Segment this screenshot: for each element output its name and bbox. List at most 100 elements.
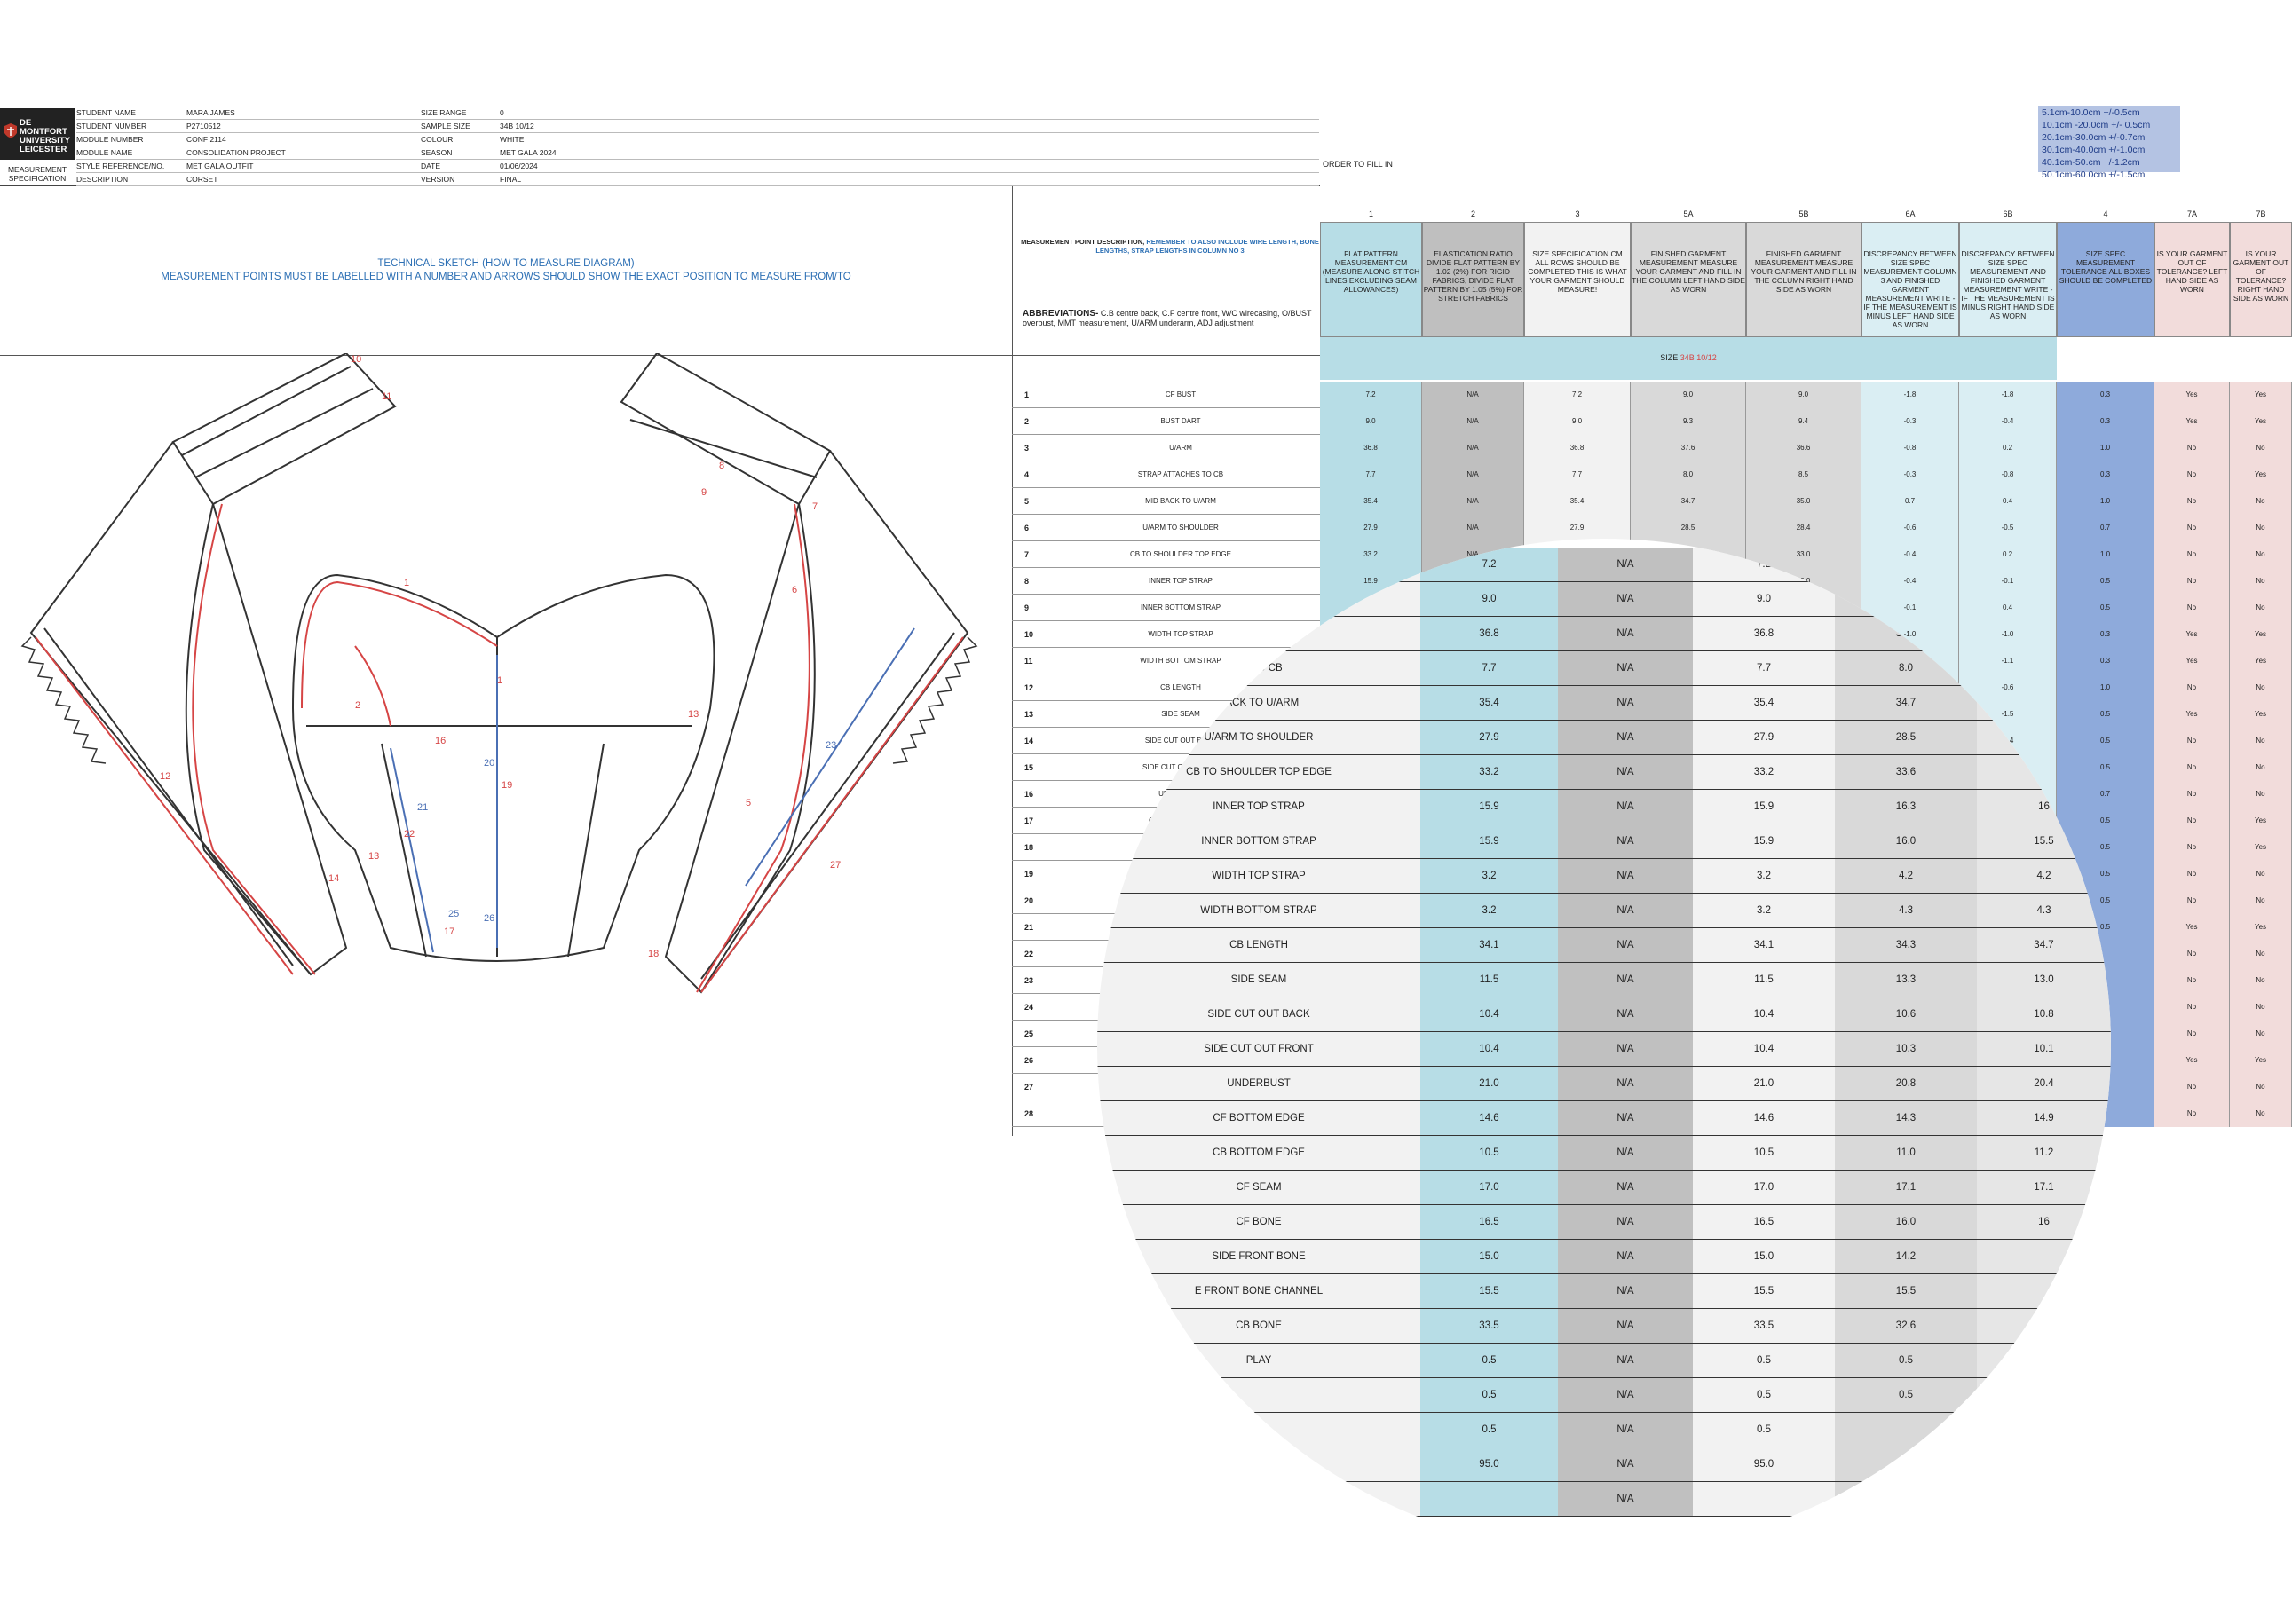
- row-number: 10: [1024, 630, 1034, 639]
- cell-value: 1.0: [2099, 444, 2111, 452]
- magnified-cell: N/A: [1558, 824, 1693, 858]
- table-cell: -0.4: [1959, 408, 2057, 435]
- table-cell: No: [2230, 541, 2292, 568]
- table-cell: -0.3: [1861, 461, 1959, 488]
- magnified-cell: N/A: [1558, 1205, 1693, 1239]
- sketch-title-line: TECHNICAL SKETCH (HOW TO MEASURE DIAGRAM…: [377, 258, 635, 269]
- magnified-cell: 34.7: [1977, 928, 2111, 962]
- cell-value: N/A: [1616, 1286, 1634, 1297]
- table-cell: -0.8: [1861, 435, 1959, 461]
- magnified-cell: 16.5: [1420, 1205, 1558, 1239]
- header-label: STYLE REFERENCE/NO.: [76, 162, 165, 170]
- row-description: STRAP ATTACHES TO CB: [1137, 470, 1224, 478]
- row-number: 25: [1024, 1029, 1034, 1038]
- magnified-cell: 0.5: [1693, 1344, 1835, 1377]
- header-value: P2710512: [186, 122, 221, 130]
- magnified-cell: N/A: [1558, 1413, 1693, 1447]
- table-cell: 35.0: [1746, 488, 1861, 515]
- magnified-cell: 15.9: [1693, 824, 1835, 858]
- row-description: CF BUST: [1165, 390, 1197, 398]
- cell-value: 10.4: [1753, 1044, 1774, 1054]
- cell-value: 34.7: [1680, 497, 1695, 505]
- tolerance-line: 30.1cm-40.0cm +/-1.0cm: [2042, 145, 2146, 155]
- table-cell: No: [2230, 674, 2292, 701]
- cell-value: 35.4: [1479, 698, 1499, 708]
- magnified-cell: N/A: [1558, 928, 1693, 962]
- cell-value: No: [2186, 1003, 2197, 1011]
- magnified-row: SIDE SEAM 11.5 N/A 11.5 13.3 13.0: [1097, 963, 2111, 997]
- cell-value: No: [2186, 896, 2197, 904]
- cell-value: 10.5: [1753, 1147, 1774, 1158]
- magnified-cell: [1977, 1274, 2111, 1308]
- magnified-cell: 17.1: [1835, 1171, 1977, 1204]
- magnified-row: SIDE CUT OUT FRONT 10.4 N/A 10.4 10.3 10.1: [1097, 1032, 2111, 1067]
- cell-value: No: [2186, 950, 2197, 958]
- column-header: SIZE SPECIFICATION CM ALL ROWS SHOULD BE…: [1524, 222, 1631, 337]
- cell-value: 0.5: [1757, 1390, 1771, 1400]
- table-cell: No: [2230, 781, 2292, 808]
- table-cell: Yes: [2154, 621, 2230, 648]
- cell-value: 35.4: [1753, 698, 1774, 708]
- cell-value: 28.5: [1680, 524, 1695, 532]
- cell-value: N/A: [1466, 524, 1479, 532]
- row-number: 1: [1024, 390, 1030, 399]
- magnified-cell: 4.2: [1977, 859, 2111, 893]
- table-cell: Yes: [2154, 648, 2230, 674]
- magnified-cell: 10.4: [1693, 1032, 1835, 1066]
- table-row: 1 CF BUST 7.2 N/A 7.2 9.0 9.0 -1.8 -1.8 0.3 Yes Yes: [1012, 382, 2292, 408]
- cell-value: 10.6: [1895, 1009, 1917, 1020]
- magnified-cell: 0.5: [1693, 1378, 1835, 1412]
- cell-value: 17.1: [1895, 1182, 1917, 1193]
- cell-value: No: [2256, 550, 2265, 558]
- svg-text:22: 22: [404, 829, 415, 840]
- magnified-cell: 10.4: [1420, 997, 1558, 1031]
- cell-value: INNER BOTTOM STRAP: [1201, 836, 1316, 847]
- magnified-cell: 3.2: [1420, 894, 1558, 927]
- cell-value: 4.3: [1899, 905, 1913, 916]
- cell-value: N/A: [1616, 1320, 1634, 1331]
- cell-value: BACK TO U/ARM: [1218, 698, 1300, 708]
- cell-value: 9.0: [1682, 390, 1694, 398]
- svg-text:17: 17: [444, 926, 454, 937]
- magnified-cell: N/A: [1558, 1344, 1693, 1377]
- magnified-cell: 11.2: [1977, 1136, 2111, 1170]
- cell-value: 0.4: [2002, 497, 2013, 505]
- row-number: 8: [1024, 577, 1030, 586]
- magnified-cell: N/A: [1558, 721, 1693, 754]
- svg-text:21: 21: [417, 802, 428, 813]
- cell-value: 9.0: [1757, 594, 1771, 604]
- magnified-cell: 3.2: [1693, 859, 1835, 893]
- cell-value: Yes: [2254, 657, 2267, 665]
- header-row: STUDENT NUMBER P2710512 SAMPLE SIZE 34B 10/…: [76, 120, 1319, 133]
- cell-value: N/A: [1616, 974, 1634, 985]
- cell-value: N/A: [1616, 940, 1634, 950]
- magnified-row: 7.2 N/A 7.2: [1097, 548, 2111, 582]
- magnified-cell: [1977, 1413, 2111, 1447]
- cell-value: -1.8: [1903, 390, 1917, 398]
- header-value: CORSET: [186, 175, 218, 184]
- table-row: 3 U/ARM 36.8 N/A 36.8 37.6 36.6 -0.8 0.2 1.0 No No: [1012, 435, 2292, 461]
- column-header: DISCREPANCY BETWEEN SIZE SPEC MEASUREMEN…: [1959, 222, 2057, 337]
- svg-text:27: 27: [830, 860, 841, 871]
- cell-value: No: [2186, 976, 2197, 984]
- cell-value: 0.5: [1899, 1390, 1913, 1400]
- magnified-cell: [1977, 1378, 2111, 1412]
- cell-value: 10.1: [2034, 1044, 2054, 1054]
- cell-value: 34.7: [2034, 940, 2054, 950]
- magnified-cell: 15.5: [1835, 1274, 1977, 1308]
- table-cell: 0.3: [2057, 461, 2154, 488]
- header-label: SIZE RANGE: [421, 108, 467, 117]
- cell-value: 0.7: [2099, 524, 2111, 532]
- magnified-cell: 10.4: [1693, 997, 1835, 1031]
- cell-value: 95.0: [1479, 1459, 1499, 1470]
- table-cell: 7.7: [1320, 461, 1422, 488]
- cell-value: Yes: [2254, 470, 2267, 478]
- cell-value: N/A: [1616, 1355, 1634, 1366]
- cell-value: 7.2: [1482, 559, 1497, 570]
- magnified-cell: 35.4: [1420, 686, 1558, 720]
- cell-value: 13.0: [2034, 974, 2054, 985]
- magnified-cell: 15.9: [1420, 790, 1558, 824]
- table-cell: Yes: [2154, 914, 2230, 941]
- table-cell: 35.4: [1320, 488, 1422, 515]
- table-cell: No: [2230, 515, 2292, 541]
